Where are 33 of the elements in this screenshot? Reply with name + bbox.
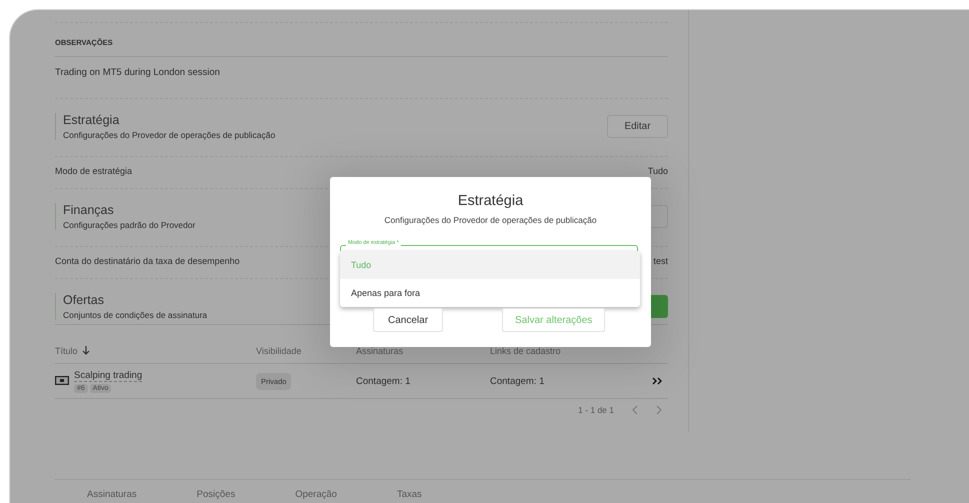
notes-text: Trading on MT5 during London session	[55, 66, 221, 80]
field-label: Modo de estratégia	[55, 166, 132, 176]
dropdown-option[interactable]: Tudo	[340, 251, 640, 279]
dialog-subtitle: Configurações do Provedor de operações de publicação	[383, 215, 598, 225]
column-header[interactable]: Título	[55, 346, 78, 356]
edit-button[interactable]: Editar	[607, 115, 668, 138]
column-header: Links de cadastro	[490, 346, 561, 356]
section-title: Ofertas	[63, 293, 105, 307]
save-button[interactable]: Salvar alterações	[502, 308, 606, 332]
field-label: Conta do destinatário da taxa de desempenho	[55, 256, 240, 266]
section-subtitle: Configurações do Provedor de operações de publicação	[63, 130, 276, 140]
sort-arrow-icon[interactable]	[82, 346, 90, 355]
column-header: Assinaturas	[356, 346, 404, 356]
dropdown-option[interactable]: Apenas para fora	[340, 279, 640, 307]
double-chevron-icon[interactable]	[652, 377, 663, 385]
bottom-tab[interactable]: Operação	[295, 489, 337, 500]
section-subtitle: Conjuntos de condições de assinatura	[63, 310, 208, 320]
dialog-title: Estratégia	[456, 193, 524, 209]
pagination-text: 1 - 1 de 1	[578, 405, 614, 415]
field-value: test	[653, 256, 668, 266]
offer-title-link[interactable]: Scalping trading	[74, 370, 142, 382]
table-cell: Contagem: 1	[356, 376, 410, 386]
section-title: Finanças	[63, 203, 115, 217]
field-value: Tudo	[648, 166, 668, 176]
section-title: Estratégia	[63, 113, 120, 127]
cancel-button[interactable]: Cancelar	[373, 308, 444, 332]
ticket-icon	[55, 376, 69, 384]
bottom-tab[interactable]: Posições	[196, 489, 236, 500]
bottom-tab[interactable]: Assinaturas	[87, 489, 137, 500]
section-subtitle: Configurações padrão do Provedor	[63, 220, 196, 230]
column-header: Visibilidade	[256, 346, 302, 356]
bottom-tab[interactable]: Taxas	[396, 489, 422, 500]
table-cell: Contagem: 1	[490, 376, 544, 386]
